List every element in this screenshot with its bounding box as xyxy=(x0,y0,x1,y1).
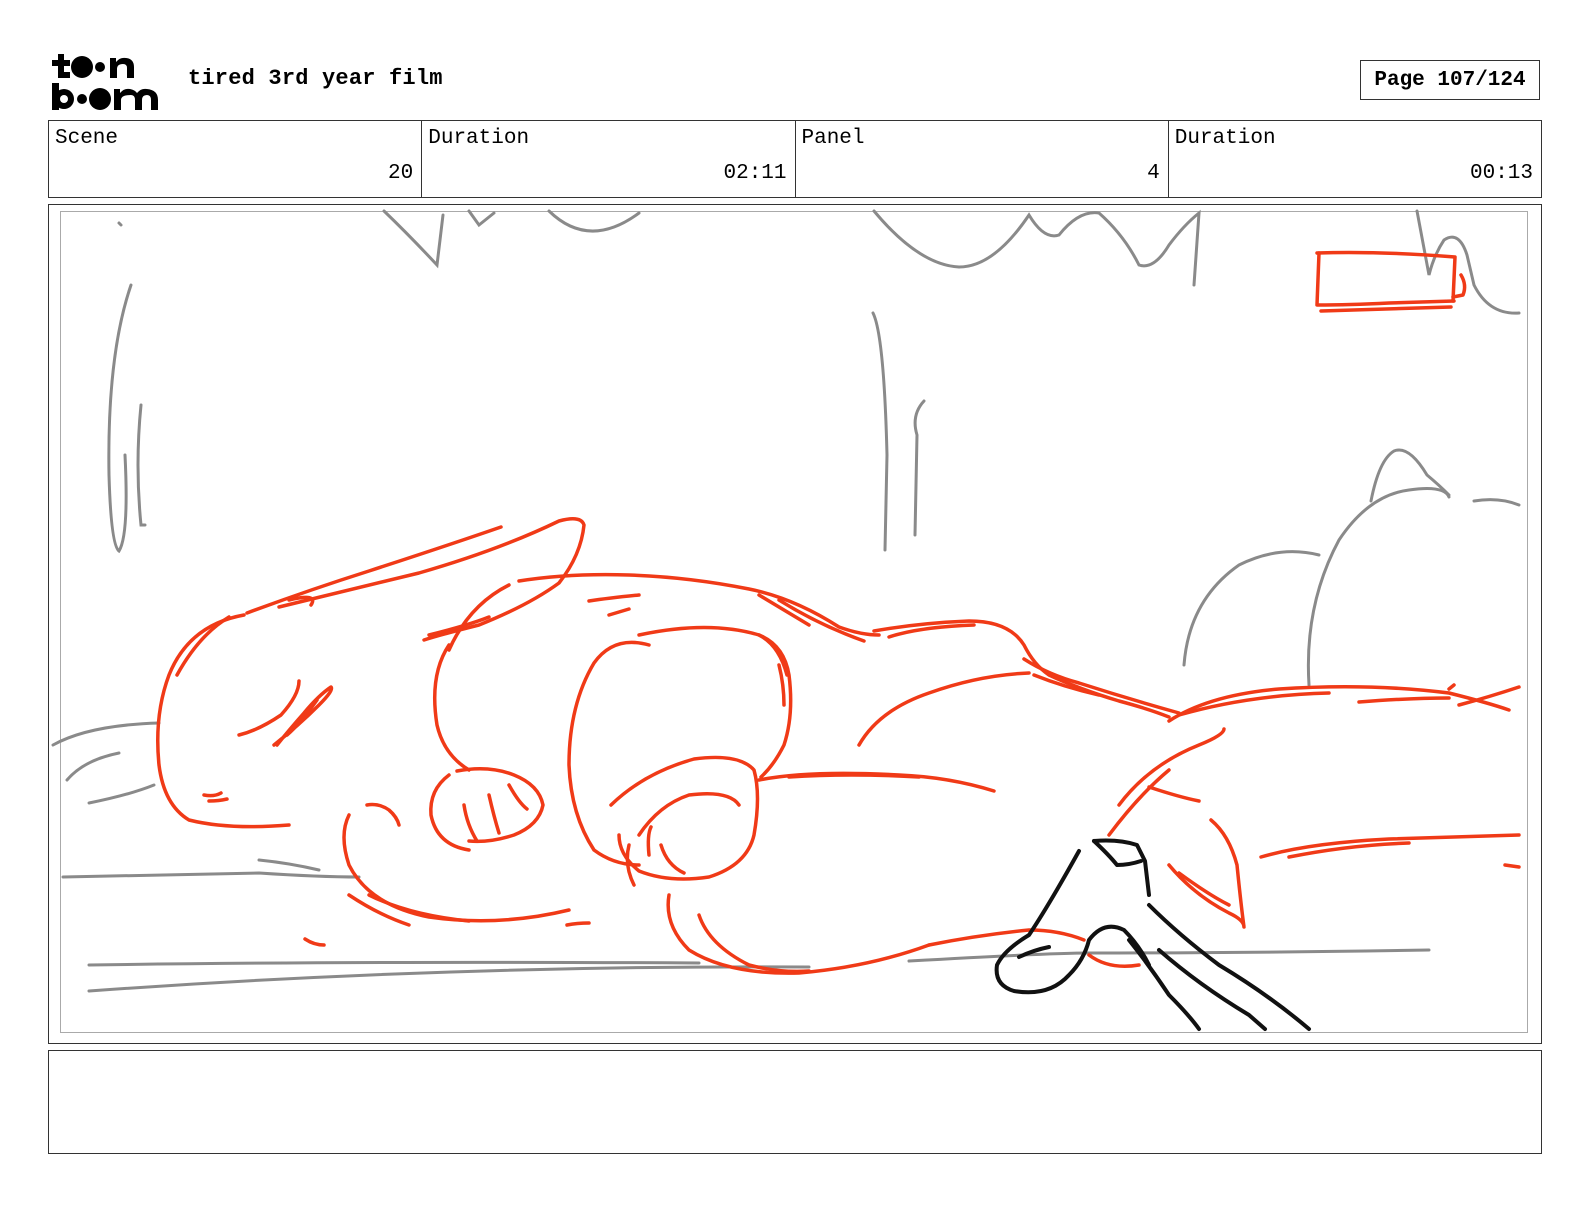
scene-duration-cell: Duration 02:11 xyxy=(422,121,796,197)
storyboard-panel xyxy=(48,204,1542,1044)
scene-value: 20 xyxy=(388,162,414,185)
panel-sketch xyxy=(51,209,1521,1031)
panel-cell: Panel 4 xyxy=(796,121,1169,197)
sleeping-rabbit-sketch xyxy=(156,250,1521,975)
panel-label: Panel xyxy=(801,127,865,150)
panel-duration-label: Duration xyxy=(1174,127,1276,150)
project-title: tired 3rd year film xyxy=(188,66,443,91)
toon-boom-logo xyxy=(50,50,166,112)
panel-duration-cell: Duration 00:13 xyxy=(1169,121,1541,197)
panel-value: 4 xyxy=(1147,162,1160,185)
scene-duration-value: 02:11 xyxy=(723,162,787,185)
page-number: Page 107/124 xyxy=(1360,60,1540,100)
scene-label: Scene xyxy=(55,127,119,150)
scene-info-table: Scene 20 Duration 02:11 Panel 4 Duration… xyxy=(48,120,1542,198)
panel-duration-value: 00:13 xyxy=(1469,162,1533,185)
foreground-sketch xyxy=(994,838,1311,1031)
scene-duration-label: Duration xyxy=(428,127,530,150)
scene-cell: Scene 20 xyxy=(49,121,423,197)
panel-notes-box xyxy=(48,1050,1542,1154)
